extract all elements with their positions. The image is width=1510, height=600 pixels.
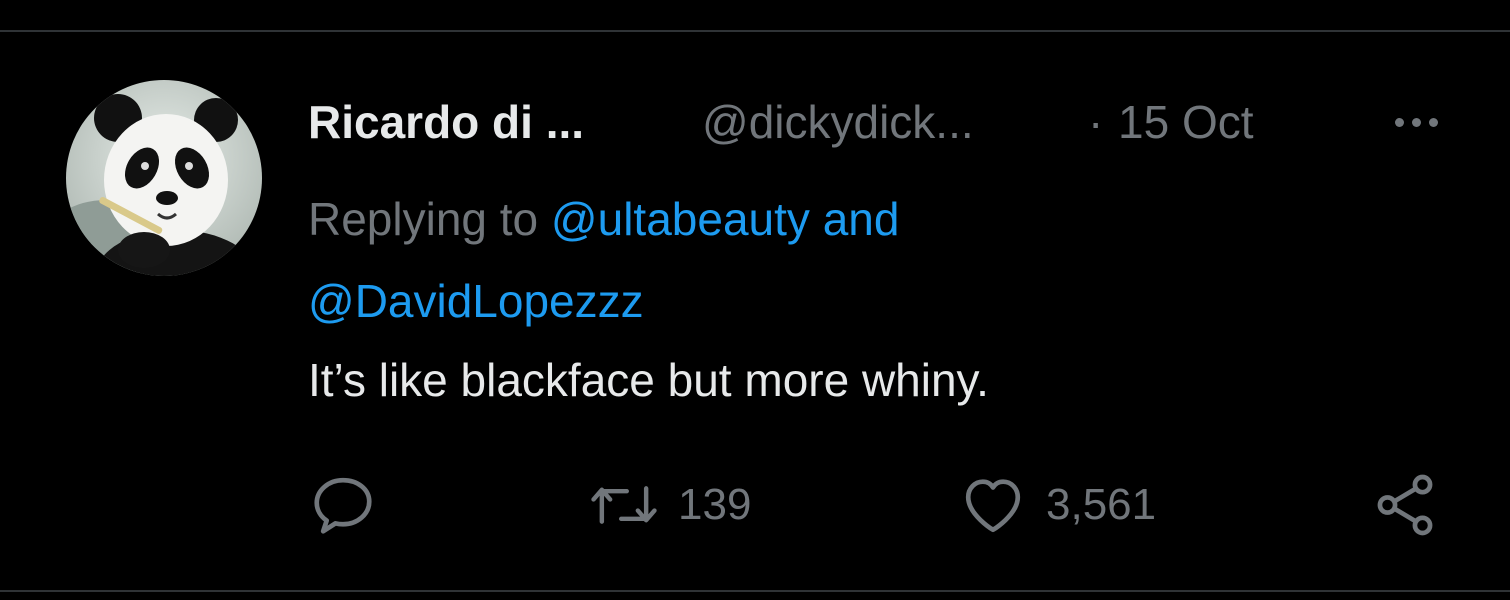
- share-button[interactable]: [1370, 470, 1440, 540]
- tweet-header: Ricardo di ... @dickydick... · 15 Oct: [308, 92, 1458, 152]
- retweet-count: 139: [678, 480, 752, 529]
- heart-icon: [965, 479, 1021, 533]
- separator-dot: ·: [1088, 96, 1104, 148]
- tweet-actions: 139 3,561: [300, 470, 1460, 540]
- reply-icon: [314, 477, 372, 534]
- avatar[interactable]: [66, 80, 262, 276]
- display-name[interactable]: Ricardo di ...: [308, 92, 584, 152]
- tweet-text: It’s like blackface but more whiny.: [308, 354, 989, 406]
- replying-to-label: Replying to: [308, 193, 539, 245]
- mention-and[interactable]: and: [823, 193, 900, 245]
- mention-ultabeauty[interactable]: @ultabeauty: [551, 193, 810, 245]
- retweet-button[interactable]: 139: [588, 470, 751, 540]
- mention-davidlopezzz[interactable]: @DavidLopezzz: [308, 275, 644, 327]
- more-horizontal-icon: [1411, 117, 1421, 127]
- panda-avatar-icon: [66, 80, 262, 276]
- like-count: 3,561: [1046, 480, 1157, 529]
- tweet-date[interactable]: 15 Oct: [1118, 92, 1254, 152]
- user-handle[interactable]: @dickydick...: [702, 92, 974, 152]
- more-horizontal-icon: [1428, 117, 1438, 127]
- more-options-button[interactable]: [1378, 98, 1454, 146]
- retweet-icon: [591, 486, 657, 524]
- top-divider: [0, 30, 1510, 32]
- like-button[interactable]: 3,561: [958, 470, 1156, 540]
- bottom-divider: [0, 590, 1510, 592]
- share-icon: [1377, 474, 1433, 536]
- reply-button[interactable]: [308, 470, 396, 540]
- replying-to-line: Replying to @ultabeauty and @DavidLopezz…: [308, 178, 1208, 342]
- more-horizontal-icon: [1394, 117, 1404, 127]
